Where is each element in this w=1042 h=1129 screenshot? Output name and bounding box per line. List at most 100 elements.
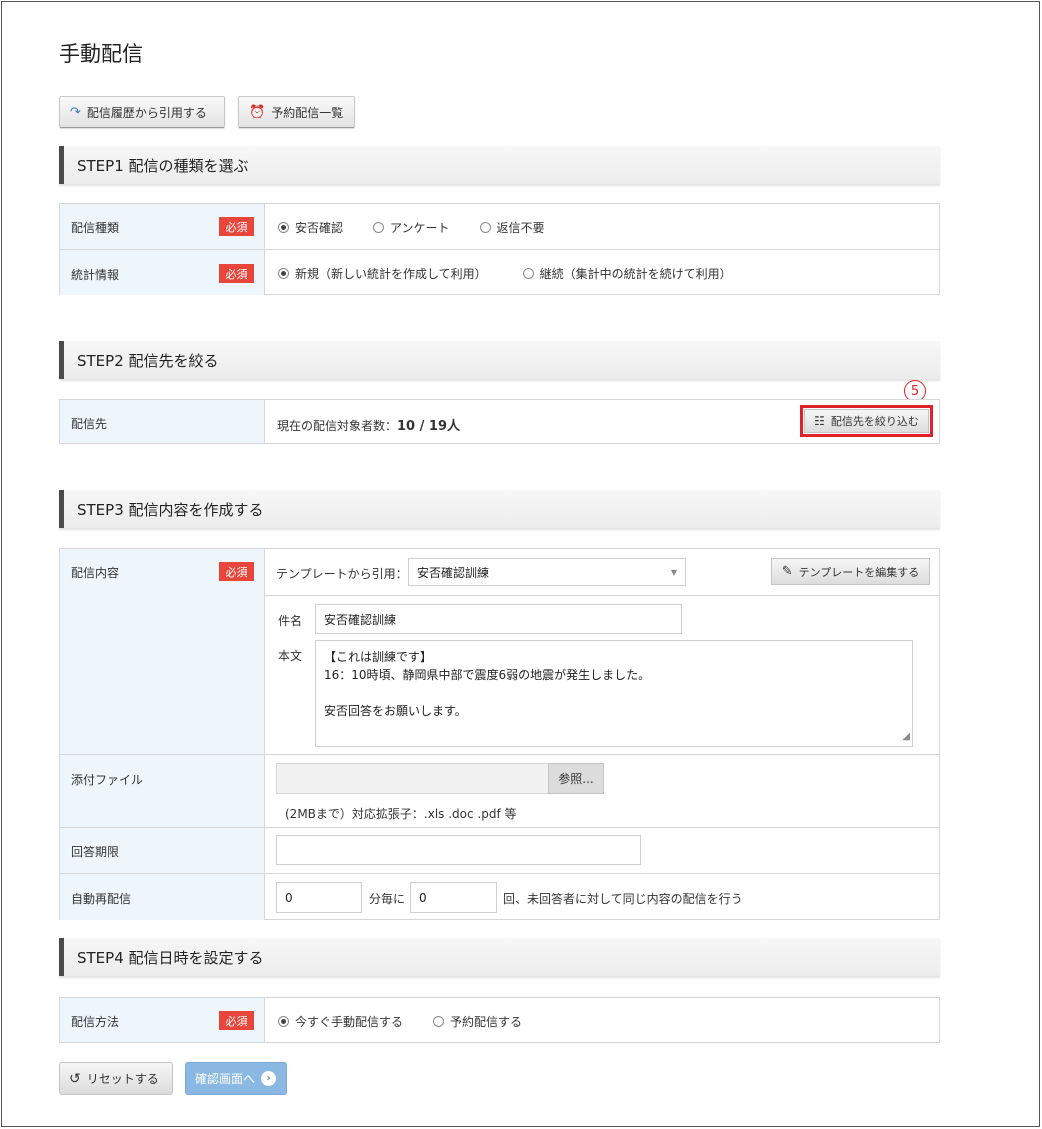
step1-table: 配信種類 必須 安否確認 アンケート 返信不要 統計情報 必須 新規（新しい統計… (59, 203, 940, 295)
delivery-type-label: 配信種類 (71, 221, 120, 235)
radio-send-now-label: 今すぐ手動配信する (295, 1015, 404, 1029)
recipients-label: 配信先 (71, 417, 108, 431)
recipient-count-value: 10 / 19人 (397, 419, 460, 434)
filter-recipients-button[interactable]: ☷ 配信先を絞り込む (804, 409, 929, 433)
step3-table: 配信内容 必須 テンプレートから引用： 安否確認訓練 ▼ ✎ テンプレートを編集… (59, 548, 940, 920)
required-badge: 必須 (219, 1011, 254, 1030)
list-icon: ☷ (814, 414, 825, 428)
resend-suffix-text: 回、未回答者に対して同じ内容の配信を行う (503, 892, 743, 906)
statistics-label: 統計情報 (71, 268, 120, 282)
radio-no-reply[interactable]: 返信不要 (479, 219, 545, 236)
reset-label: リセットする (86, 1072, 159, 1086)
step2-table: 配信先 現在の配信対象者数：10 / 19人 ☷ 配信先を絞り込む (59, 399, 940, 444)
edit-template-button[interactable]: ✎ テンプレートを編集する (771, 558, 930, 585)
subject-input[interactable]: 安否確認訓練 (315, 604, 682, 634)
resend-row: 自動再配信 0 分毎に 0 回、未回答者に対して同じ内容の配信を行う (60, 873, 939, 920)
body-line: 安否回答をお願いします。 (324, 704, 467, 718)
scheduled-list-button[interactable]: ⏰ 予約配信一覧 (238, 96, 355, 128)
reset-icon: ↺ (69, 1070, 81, 1087)
resend-times-value: 0 (419, 890, 427, 905)
step4-header: STEP4 配信日時を設定する (59, 938, 940, 976)
delivery-type-options: 安否確認 アンケート 返信不要 (278, 219, 575, 236)
resend-label-cell: 自動再配信 (60, 874, 265, 920)
radio-continue-stats-label: 継続（集計中の統計を続けて利用） (539, 267, 732, 281)
recipient-count-prefix: 現在の配信対象者数： (277, 419, 398, 433)
edit-template-label: テンプレートを編集する (798, 565, 920, 579)
body-textarea[interactable]: 【これは訓練です】 16：10時頃、静岡県中部で震度6弱の地震が発生しました。 … (315, 640, 913, 747)
step2-header: STEP2 配信先を絞る (59, 341, 940, 379)
delivery-type-row: 配信種類 必須 安否確認 アンケート 返信不要 (60, 204, 939, 249)
body-line (324, 684, 904, 702)
required-badge: 必須 (219, 562, 254, 581)
radio-new-stats[interactable]: 新規（新しい統計を作成して利用） (278, 265, 487, 282)
divider (265, 595, 939, 596)
content-label-cell: 配信内容 必須 (60, 549, 265, 754)
attachment-label-cell: 添付ファイル (60, 755, 265, 827)
radio-selected-icon (278, 1016, 289, 1027)
attachment-label: 添付ファイル (71, 773, 144, 787)
template-prefix: テンプレートから引用： (276, 567, 408, 581)
delivery-method-label: 配信方法 (71, 1015, 120, 1029)
alarm-clock-icon: ⏰ (249, 104, 266, 120)
subject-value: 安否確認訓練 (324, 612, 397, 627)
content-row: 配信内容 必須 テンプレートから引用： 安否確認訓練 ▼ ✎ テンプレートを編集… (60, 549, 939, 754)
page-frame: 手動配信 ↷ 配信履歴から引用する ⏰ 予約配信一覧 STEP1 配信の種類を選… (1, 1, 1040, 1127)
radio-survey-label: アンケート (390, 221, 450, 235)
chevron-right-circle-icon: › (261, 1071, 277, 1086)
subject-label: 件名 (278, 614, 303, 628)
statistics-label-cell: 統計情報 必須 (60, 250, 265, 295)
radio-new-stats-label: 新規（新しい統計を作成して利用） (295, 267, 487, 281)
deadline-row: 回答期限 (60, 827, 939, 873)
body-line: 16：10時頃、静岡県中部で震度6弱の地震が発生しました。 (324, 668, 651, 682)
resend-times-input[interactable]: 0 (410, 882, 497, 913)
radio-scheduled[interactable]: 予約配信する (433, 1013, 522, 1030)
recipients-label-cell: 配信先 (60, 400, 265, 443)
required-badge: 必須 (219, 217, 254, 236)
required-badge: 必須 (219, 264, 254, 283)
radio-empty-icon (479, 222, 491, 233)
scheduled-list-label: 予約配信一覧 (271, 105, 344, 120)
resend-label: 自動再配信 (71, 892, 132, 906)
step3-header: STEP3 配信内容を作成する (59, 490, 940, 528)
radio-selected-icon (278, 222, 289, 233)
resize-handle-icon[interactable]: ◢ (902, 728, 910, 746)
resend-minutes-input[interactable]: 0 (276, 882, 362, 913)
attachment-file-field[interactable] (276, 763, 549, 794)
recipient-count: 現在の配信対象者数：10 / 19人 (277, 415, 460, 434)
confirm-label: 確認画面へ (195, 1072, 256, 1086)
body-label: 本文 (278, 649, 303, 663)
resend-minutes-value: 0 (285, 890, 293, 905)
reset-button[interactable]: ↺ リセットする (59, 1062, 173, 1095)
page-title: 手動配信 (59, 42, 143, 66)
radio-empty-icon (433, 1016, 445, 1027)
template-select[interactable]: 安否確認訓練 ▼ (408, 558, 686, 586)
radio-empty-icon (373, 222, 385, 233)
refresh-icon: ↷ (70, 104, 81, 120)
radio-no-reply-label: 返信不要 (496, 221, 545, 235)
deadline-input[interactable] (276, 835, 641, 865)
delivery-type-label-cell: 配信種類 必須 (60, 204, 265, 249)
body-line: 【これは訓練です】 (324, 650, 433, 664)
radio-anpi[interactable]: 安否確認 (278, 219, 343, 236)
statistics-options: 新規（新しい統計を作成して利用） 継続（集計中の統計を続けて利用） (278, 265, 762, 282)
radio-scheduled-label: 予約配信する (450, 1015, 523, 1029)
delivery-method-options: 今すぐ手動配信する 予約配信する (278, 1013, 552, 1030)
confirm-button[interactable]: 確認画面へ › (185, 1062, 287, 1095)
browse-button[interactable]: 参照... (548, 763, 604, 794)
step1-header: STEP1 配信の種類を選ぶ (59, 146, 940, 184)
chevron-down-icon: ▼ (670, 568, 677, 577)
radio-continue-stats[interactable]: 継続（集計中の統計を続けて利用） (522, 265, 732, 282)
delivery-method-label-cell: 配信方法 必須 (60, 998, 265, 1042)
radio-send-now[interactable]: 今すぐ手動配信する (278, 1013, 403, 1030)
attachment-row: 添付ファイル 参照... (2MBまで）対応拡張子：.xls .doc .pdf… (60, 754, 939, 827)
content-label: 配信内容 (71, 566, 120, 580)
statistics-row: 統計情報 必須 新規（新しい統計を作成して利用） 継続（集計中の統計を続けて利用… (60, 249, 939, 295)
history-quote-label: 配信履歴から引用する (86, 105, 207, 120)
deadline-label-cell: 回答期限 (60, 828, 265, 873)
radio-empty-icon (522, 268, 534, 279)
deadline-label: 回答期限 (71, 845, 120, 859)
attachment-note: (2MBまで）対応拡張子：.xls .doc .pdf 等 (285, 807, 517, 821)
radio-survey[interactable]: アンケート (373, 219, 450, 236)
radio-selected-icon (278, 268, 289, 279)
history-quote-button[interactable]: ↷ 配信履歴から引用する (59, 96, 225, 128)
